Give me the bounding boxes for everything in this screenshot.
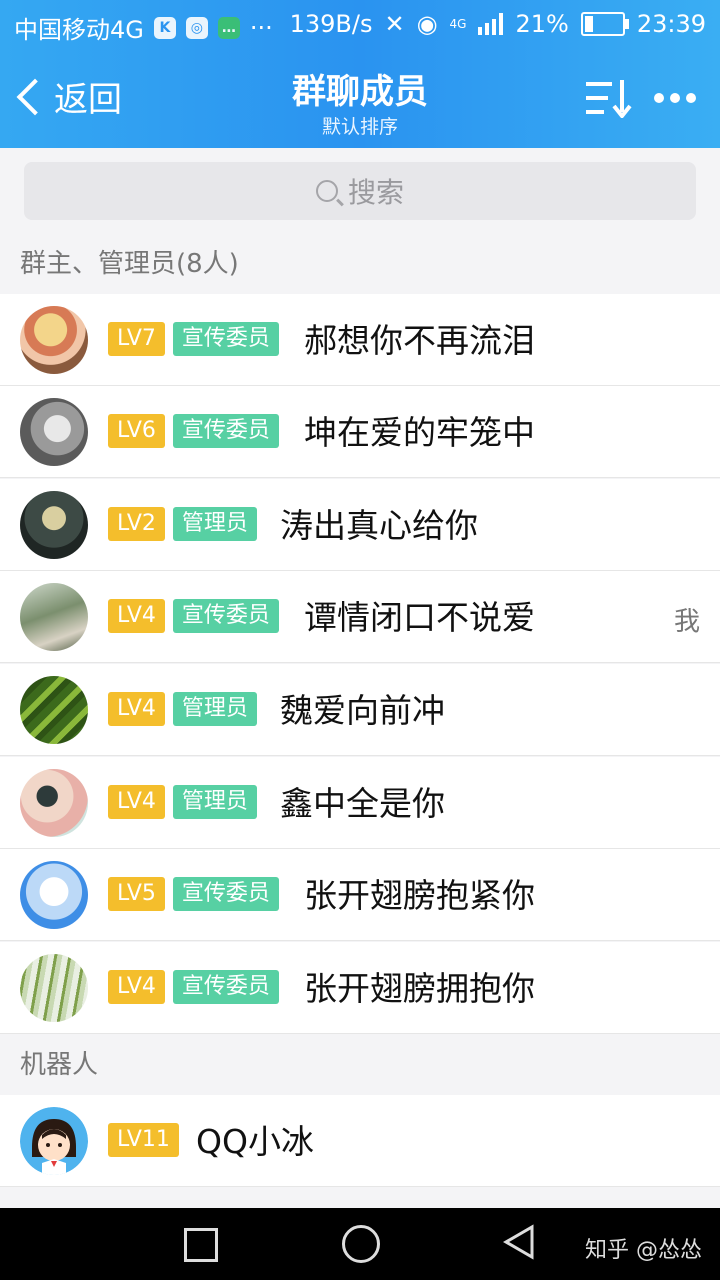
level-badge: LV5 — [108, 877, 165, 911]
sort-icon[interactable] — [586, 78, 632, 118]
role-badge: 宣传委员 — [172, 322, 279, 356]
member-name: 鑫中全是你 — [280, 784, 445, 823]
level-badge: LV4 — [108, 785, 165, 819]
role-badge: 宣传委员 — [172, 877, 279, 911]
k-app-icon: K — [153, 16, 176, 39]
member-name: 谭情闭口不说爱 — [304, 598, 535, 637]
more-icon[interactable] — [654, 88, 698, 108]
member-name: 魏爱向前冲 — [280, 691, 445, 730]
level-badge: LV7 — [108, 322, 165, 356]
level-badge: LV6 — [108, 414, 165, 448]
member-name: 郝想你不再流泪 — [304, 321, 535, 360]
avatar — [20, 676, 88, 744]
home-button[interactable] — [342, 1225, 380, 1263]
role-badge: 管理员 — [172, 785, 257, 819]
network-type: 4G — [449, 17, 467, 31]
carrier-label: 中国移动4G — [14, 16, 144, 44]
search-placeholder: 搜索 — [347, 176, 404, 209]
role-badge: 管理员 — [172, 692, 257, 726]
search-input[interactable]: 搜索 — [24, 162, 696, 220]
self-indicator: 我 — [673, 607, 700, 637]
member-row[interactable]: LV4 宣传委员 张开翅膀拥抱你 — [0, 942, 720, 1034]
robot-row[interactable]: LV11 QQ小冰 — [0, 1095, 720, 1187]
avatar — [20, 1107, 88, 1175]
avatar — [20, 398, 88, 466]
member-name: 坤在爱的牢笼中 — [304, 413, 535, 452]
recent-apps-button[interactable] — [184, 1228, 218, 1262]
signal-icon — [478, 13, 504, 35]
chat-app-icon: … — [217, 16, 240, 39]
level-badge: LV4 — [108, 692, 165, 726]
avatar — [20, 861, 88, 929]
mute-icon: ✕ — [384, 10, 405, 38]
member-row[interactable]: LV4 管理员 鑫中全是你 — [0, 757, 720, 849]
search-area: 搜索 — [0, 148, 720, 234]
avatar — [20, 583, 88, 651]
member-row[interactable]: LV4 宣传委员 谭情闭口不说爱 我 — [0, 571, 720, 663]
member-row[interactable]: LV5 宣传委员 张开翅膀抱紧你 — [0, 849, 720, 941]
member-row[interactable]: LV4 管理员 魏爱向前冲 — [0, 664, 720, 756]
swirl-app-icon: ◎ — [185, 16, 208, 39]
search-icon — [315, 180, 338, 202]
avatar — [20, 954, 88, 1022]
level-badge: LV2 — [108, 507, 165, 541]
admins-section-header: 群主、管理员(8人) — [0, 234, 720, 294]
role-badge: 宣传委员 — [172, 970, 279, 1004]
member-row[interactable]: LV6 宣传委员 坤在爱的牢笼中 — [0, 386, 720, 478]
eye-icon: ◉ — [416, 10, 438, 38]
status-bar: 中国移动4G K ◎ … ··· 139B/s ✕ ◉ 4G 21% 23:39 — [0, 0, 720, 50]
back-nav-button[interactable] — [502, 1224, 538, 1260]
robots-section-header: 机器人 — [0, 1035, 720, 1095]
level-badge: LV11 — [108, 1123, 179, 1157]
role-badge: 管理员 — [172, 507, 257, 541]
robot-name: QQ小冰 — [196, 1122, 314, 1161]
app-header: 中国移动4G K ◎ … ··· 139B/s ✕ ◉ 4G 21% 23:39… — [0, 0, 720, 148]
member-name: 张开翅膀抱紧你 — [304, 876, 535, 915]
battery-percent: 21% — [515, 10, 569, 38]
net-speed: 139B/s — [289, 10, 373, 38]
avatar — [20, 491, 88, 559]
level-badge: LV4 — [108, 970, 165, 1004]
member-row[interactable]: LV2 管理员 涛出真心给你 — [0, 479, 720, 571]
role-badge: 宣传委员 — [172, 599, 279, 633]
watermark: 知乎 @怂怂 — [585, 1238, 702, 1263]
clock: 23:39 — [636, 10, 706, 38]
level-badge: LV4 — [108, 599, 165, 633]
member-name: 张开翅膀拥抱你 — [304, 969, 535, 1008]
more-notifications-icon: ··· — [249, 13, 273, 42]
member-row[interactable]: LV7 宣传委员 郝想你不再流泪 — [0, 294, 720, 386]
avatar — [20, 769, 88, 837]
avatar — [20, 306, 88, 374]
battery-icon — [580, 12, 629, 36]
role-badge: 宣传委员 — [172, 414, 279, 448]
member-name: 涛出真心给你 — [280, 506, 478, 545]
